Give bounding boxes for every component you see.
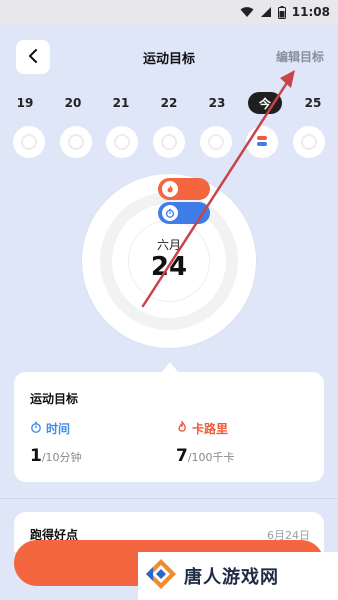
ring-month: 六月 [156, 238, 181, 252]
stopwatch-icon [162, 205, 178, 221]
daily-ring-today[interactable] [246, 126, 279, 158]
date-item-19[interactable]: 19 [8, 92, 42, 114]
date-item-20[interactable]: 20 [56, 92, 90, 114]
time-progress-pill [158, 202, 210, 224]
date-selector: 19 20 21 22 23 今 25 [8, 92, 330, 114]
time-goal-value: 1 /10分钟 [30, 446, 82, 466]
daily-ring[interactable] [59, 126, 92, 158]
daily-ring[interactable] [13, 126, 45, 158]
edit-goal-button[interactable]: 编辑目标 [276, 48, 324, 65]
daily-ring[interactable] [199, 126, 232, 158]
goal-card-title: 运动目标 [30, 392, 79, 406]
watermark-text: 唐人游戏网 [184, 567, 279, 588]
status-bar: 11:08 [0, 0, 338, 24]
date-item-21[interactable]: 21 [104, 92, 138, 114]
time-goal-target: /10分钟 [41, 451, 82, 464]
date-item-22[interactable]: 22 [152, 92, 186, 114]
date-item-today[interactable]: 今 [248, 92, 282, 114]
goal-card-pointer [162, 362, 178, 372]
calorie-goal-target: /100千卡 [187, 451, 235, 464]
section-divider [0, 498, 338, 499]
calorie-goal-label-text: 卡路里 [192, 422, 229, 436]
time-goal-label-text: 时间 [46, 422, 71, 436]
calorie-progress-pill [158, 178, 210, 200]
date-item-23[interactable]: 23 [200, 92, 234, 114]
watermark-logo-icon [144, 557, 178, 595]
calorie-goal-value: 7 /100千卡 [176, 446, 235, 466]
daily-ring-row [13, 126, 325, 158]
signal-icon [260, 6, 272, 18]
battery-icon [277, 5, 286, 19]
stopwatch-icon [30, 421, 42, 436]
flame-icon [176, 419, 188, 436]
goal-card: 运动目标 时间 卡路里 1 /10分钟 7 /100千卡 [14, 372, 324, 482]
status-time: 11:08 [291, 5, 330, 19]
watermark: 唐人游戏网 [138, 552, 338, 600]
flame-icon [162, 181, 178, 197]
daily-ring[interactable] [292, 126, 325, 158]
daily-ring[interactable] [152, 126, 185, 158]
daily-ring[interactable] [106, 126, 139, 158]
calorie-goal-current: 7 [176, 446, 188, 466]
calorie-goal-label: 卡路里 [176, 419, 229, 437]
date-item-25[interactable]: 25 [296, 92, 330, 114]
time-goal-current: 1 [30, 446, 42, 466]
ring-day: 24 [150, 252, 188, 282]
time-goal-label: 时间 [30, 420, 70, 437]
wifi-icon [240, 6, 254, 18]
